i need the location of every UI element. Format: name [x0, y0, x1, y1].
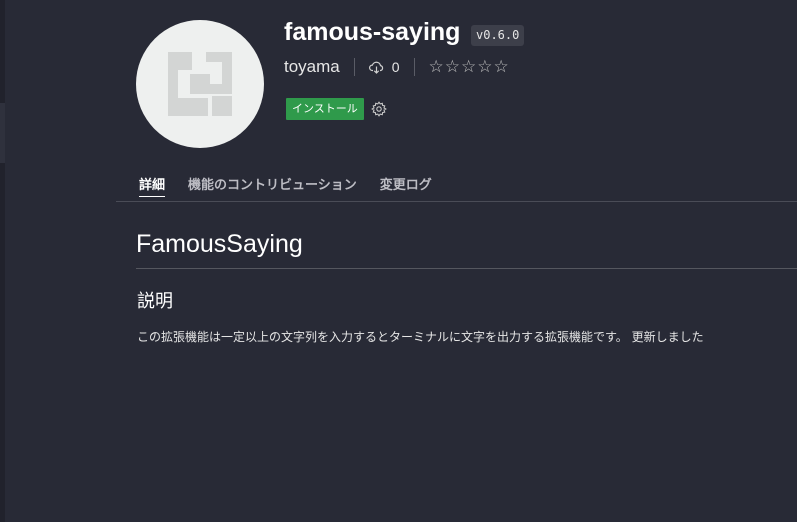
rating-stars[interactable]: ☆☆☆☆☆: [429, 57, 510, 77]
extension-placeholder-icon: [168, 52, 232, 116]
meta-separator: [353, 58, 355, 76]
install-button[interactable]: インストール: [286, 98, 364, 120]
extension-meta: toyama 0 ☆☆☆☆☆: [284, 55, 510, 79]
publisher-link[interactable]: toyama: [284, 57, 340, 77]
cloud-download-icon: [368, 61, 383, 74]
meta-separator: [413, 58, 415, 76]
sidebar-edge: [0, 0, 5, 522]
version-badge: v0.6.0: [471, 25, 525, 46]
install-count-value: 0: [391, 59, 400, 75]
readme-description: この拡張機能は一定以上の文字列を入力するとターミナルに文字を出力する拡張機能です…: [137, 330, 704, 344]
tab-feature-contributions[interactable]: 機能のコントリビューション: [188, 174, 357, 197]
tabs-divider: [116, 201, 797, 202]
extension-detail-view: famous-saying v0.6.0 toyama 0 ☆☆☆☆☆ インスト…: [0, 0, 797, 522]
gear-icon[interactable]: [371, 101, 387, 117]
install-count: 0: [368, 59, 400, 75]
tab-changelog[interactable]: 変更ログ: [380, 174, 432, 197]
tab-details[interactable]: 詳細: [139, 174, 166, 197]
extension-name: famous-saying: [284, 18, 461, 46]
readme-title: FamousSaying: [136, 230, 303, 258]
detail-tabs: 詳細 機能のコントリビューション 変更ログ: [139, 174, 455, 197]
readme-divider: [136, 268, 797, 269]
extension-logo: [136, 20, 264, 148]
readme-section-heading: 説明: [137, 291, 173, 312]
sidebar-active-marker: [0, 103, 5, 163]
